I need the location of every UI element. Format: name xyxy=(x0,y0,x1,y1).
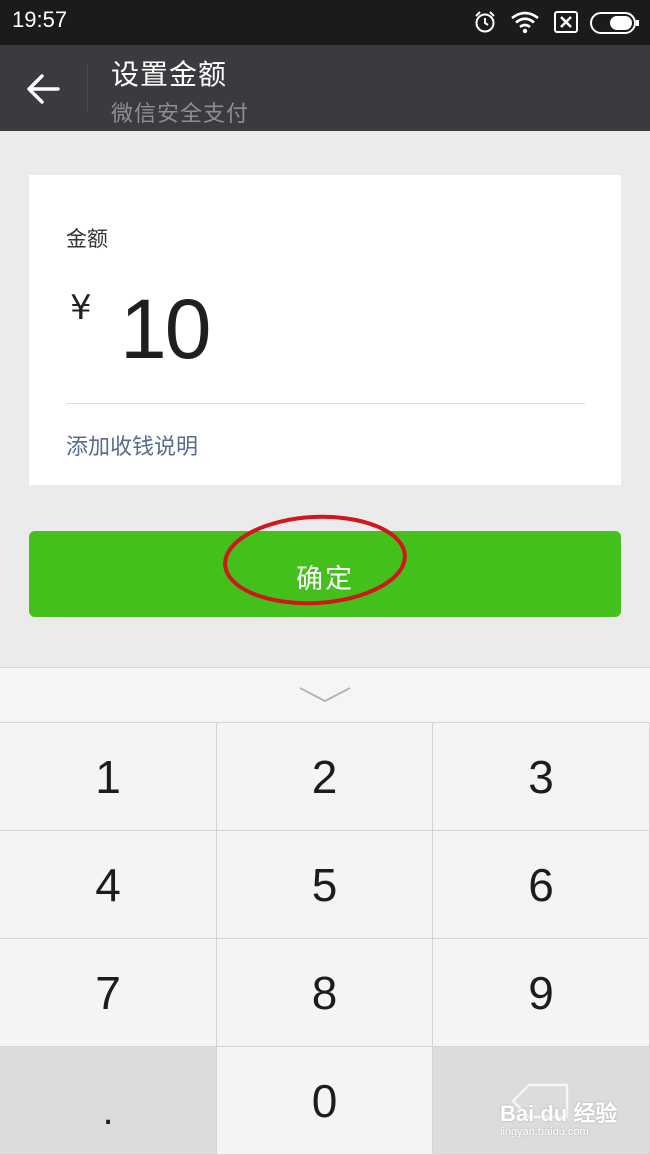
wifi-icon xyxy=(510,10,540,38)
key-5[interactable]: 5 xyxy=(217,831,433,939)
status-time: 19:57 xyxy=(12,7,68,32)
key-backspace[interactable] xyxy=(433,1047,650,1155)
numeric-keypad: 1 2 3 4 5 6 7 8 9 . 0 xyxy=(0,723,650,1155)
keyboard-collapse-button[interactable] xyxy=(0,667,650,723)
back-button[interactable] xyxy=(20,65,68,113)
page-subtitle: 微信安全支付 xyxy=(111,102,250,127)
backspace-icon xyxy=(511,1083,569,1118)
key-0[interactable]: 0 xyxy=(217,1047,433,1155)
amount-input[interactable]: 10 xyxy=(120,281,211,378)
key-2[interactable]: 2 xyxy=(217,723,433,831)
chevron-down-icon xyxy=(299,687,351,703)
amount-label: 金额 xyxy=(66,227,108,251)
back-arrow-icon xyxy=(27,74,60,104)
alarm-icon xyxy=(473,10,497,38)
key-1[interactable]: 1 xyxy=(0,723,217,831)
page-title: 设置金额 xyxy=(111,58,228,91)
currency-symbol: ¥ xyxy=(70,288,92,328)
amount-card: 金额 ¥ 10 添加收钱说明 xyxy=(29,175,621,485)
amount-divider xyxy=(66,403,585,404)
header-divider xyxy=(87,65,88,111)
no-sim-icon xyxy=(553,10,579,38)
status-bar: 19:57 xyxy=(0,0,650,45)
app-header: 设置金额 微信安全支付 xyxy=(0,45,650,131)
key-4[interactable]: 4 xyxy=(0,831,217,939)
key-decimal[interactable]: . xyxy=(0,1047,217,1155)
battery-icon xyxy=(590,12,640,38)
confirm-label: 确定 xyxy=(296,564,354,595)
key-8[interactable]: 8 xyxy=(217,939,433,1047)
key-9[interactable]: 9 xyxy=(433,939,650,1047)
key-7[interactable]: 7 xyxy=(0,939,217,1047)
add-note-link[interactable]: 添加收钱说明 xyxy=(66,429,198,461)
key-3[interactable]: 3 xyxy=(433,723,650,831)
key-6[interactable]: 6 xyxy=(433,831,650,939)
confirm-button[interactable]: 确定 xyxy=(29,531,621,617)
